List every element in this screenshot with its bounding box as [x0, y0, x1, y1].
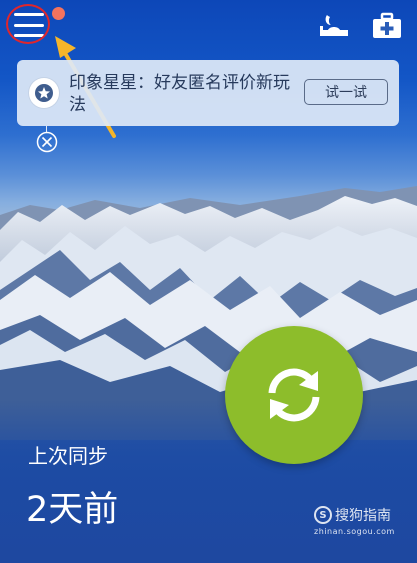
first-aid-kit-icon[interactable] — [372, 12, 402, 40]
sync-button[interactable] — [225, 326, 363, 464]
app-screen: 印象星星：好友匿名评价新玩法 试一试 上次同步 2天前 S 搜狗指南 zhina… — [0, 0, 417, 563]
sogou-logo-icon: S — [314, 506, 332, 524]
banner-message: 印象星星：好友匿名评价新玩法 — [69, 73, 290, 115]
notification-dot — [52, 7, 65, 20]
watermark-url: zhinan.sogou.com — [314, 527, 395, 536]
watermark-name: 搜狗指南 — [335, 508, 391, 524]
last-sync-value: 2天前 — [26, 490, 119, 530]
close-circle-icon[interactable] — [36, 131, 58, 153]
last-sync-label: 上次同步 — [28, 444, 108, 468]
sync-arrows-icon — [268, 368, 320, 422]
highlight-circle — [6, 4, 50, 44]
star-icon — [29, 78, 59, 108]
sogou-watermark: S 搜狗指南 zhinan.sogou.com — [314, 505, 414, 536]
sleep-icon[interactable] — [318, 12, 350, 40]
promo-banner[interactable]: 印象星星：好友匿名评价新玩法 试一试 — [17, 60, 399, 126]
try-it-button[interactable]: 试一试 — [304, 79, 388, 105]
